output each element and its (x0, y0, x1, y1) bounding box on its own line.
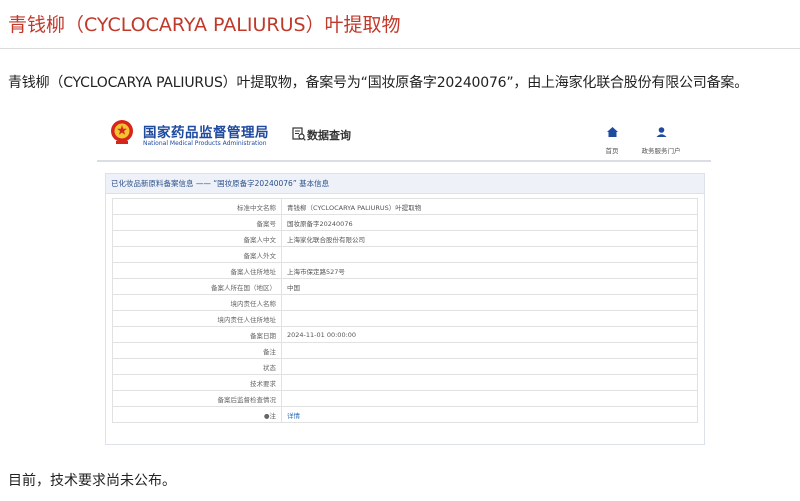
embedded-screenshot: 国家药品监督管理局 National Medical Products Admi… (97, 110, 711, 450)
site-name[interactable]: 国家药品监督管理局 (143, 121, 269, 141)
table-row: 备注 (112, 342, 698, 359)
row-label: 备案日期 (112, 326, 282, 343)
row-label: 标准中文名称 (112, 198, 282, 215)
row-value: 2024-11-01 00:00:00 (281, 326, 698, 343)
database-query-label[interactable]: 数据查询 (307, 127, 351, 143)
article-intro: 青钱柳（CYCLOCARYA PALIURUS）叶提取物，备案号为“国妆原备字2… (8, 75, 749, 91)
row-value: 上海家化联合股份有限公司 (281, 230, 698, 247)
row-value (281, 374, 698, 391)
row-label: 备案人所在国（地区） (112, 278, 282, 295)
row-label: 技术要求 (112, 374, 282, 391)
nav-home-label: 首页 (605, 147, 619, 155)
row-label: 备注 (112, 342, 282, 359)
row-value: 中国 (281, 278, 698, 295)
row-label: 备案后监督检查情况 (112, 390, 282, 407)
table-row: ●注 详情 (112, 406, 698, 423)
table-row: 备案人外文 (112, 246, 698, 263)
nav-gov-portal[interactable]: 政务服务门户 (637, 122, 685, 155)
site-header: 国家药品监督管理局 National Medical Products Admi… (97, 110, 711, 162)
national-emblem-icon (111, 120, 133, 144)
table-row: 标准中文名称 青钱柳（CYCLOCARYA PALIURUS）叶提取物 (112, 198, 698, 215)
row-value (281, 310, 698, 327)
row-label: 备案人中文 (112, 230, 282, 247)
row-label: 备案人外文 (112, 246, 282, 263)
nav-gov-portal-label: 政务服务门户 (641, 147, 681, 155)
header-divider (97, 160, 711, 162)
row-label: 境内责任人名称 (112, 294, 282, 311)
row-value: 上海市保定路527号 (281, 262, 698, 279)
row-label: 境内责任人住所地址 (112, 310, 282, 327)
table-row: 备案人中文 上海家化联合股份有限公司 (112, 230, 698, 247)
row-value: 国妆原备字20240076 (281, 214, 698, 231)
row-value (281, 358, 698, 375)
row-value (281, 390, 698, 407)
row-value (281, 342, 698, 359)
detail-link[interactable]: 详情 (287, 412, 300, 420)
row-label: 备案号 (112, 214, 282, 231)
row-value: 青钱柳（CYCLOCARYA PALIURUS）叶提取物 (281, 198, 698, 215)
user-icon (656, 127, 666, 137)
record-table: 标准中文名称 青钱柳（CYCLOCARYA PALIURUS）叶提取物 备案号 … (112, 198, 698, 423)
table-row: 状态 (112, 358, 698, 375)
database-search-icon[interactable] (292, 127, 306, 141)
title-divider (0, 48, 800, 49)
row-value: 详情 (281, 406, 698, 423)
row-label: ●注 (112, 406, 282, 423)
record-panel: 已化妆品新原料备案信息 —— “国妆原备字20240076” 基本信息 标准中文… (105, 173, 705, 445)
table-row: 境内责任人住所地址 (112, 310, 698, 327)
home-icon (606, 127, 618, 137)
nav-home[interactable]: 首页 (602, 122, 622, 155)
row-value (281, 246, 698, 263)
article-outro: 目前，技术要求尚未公布。 (8, 473, 176, 489)
table-row: 备案人住所地址 上海市保定路527号 (112, 262, 698, 279)
table-row: 备案日期 2024-11-01 00:00:00 (112, 326, 698, 343)
row-label: 备案人住所地址 (112, 262, 282, 279)
table-row: 备案人所在国（地区） 中国 (112, 278, 698, 295)
table-row: 备案号 国妆原备字20240076 (112, 214, 698, 231)
panel-title: 已化妆品新原料备案信息 —— “国妆原备字20240076” 基本信息 (106, 174, 704, 194)
table-row: 备案后监督检查情况 (112, 390, 698, 407)
row-value (281, 294, 698, 311)
site-english-name: National Medical Products Administration (143, 140, 267, 147)
table-row: 技术要求 (112, 374, 698, 391)
article-title: 青钱柳（CYCLOCARYA PALIURUS）叶提取物 (8, 14, 401, 36)
table-row: 境内责任人名称 (112, 294, 698, 311)
row-label: 状态 (112, 358, 282, 375)
